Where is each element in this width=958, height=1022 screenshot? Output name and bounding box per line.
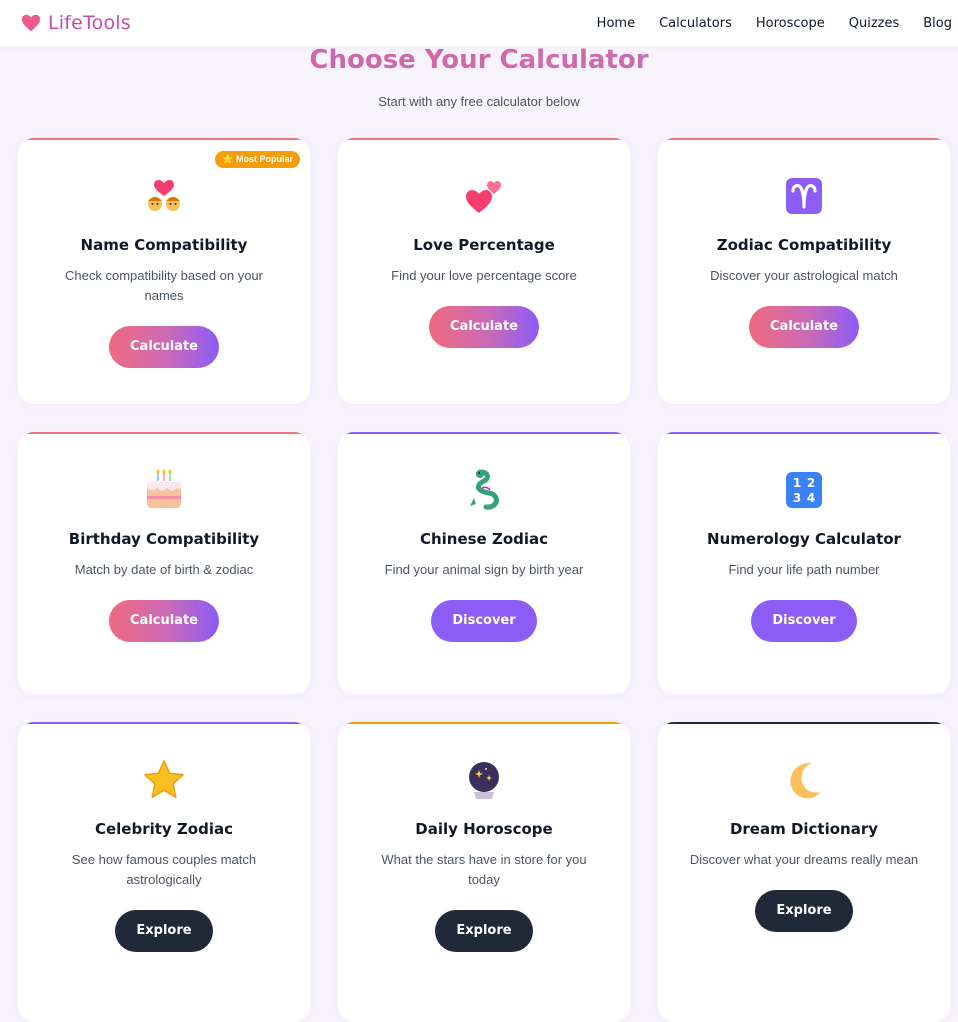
card-description: Find your animal sign by birth year	[384, 562, 584, 577]
card-title: Zodiac Compatibility	[716, 236, 892, 254]
card-description: Discover what your dreams really mean	[689, 852, 919, 867]
card-description: Find your love percentage score	[391, 268, 577, 283]
moon-icon	[790, 762, 820, 799]
hero: Choose Your Calculator Start with any fr…	[0, 46, 958, 109]
calculate-button[interactable]: Calculate	[109, 600, 219, 642]
two-hearts-icon	[466, 181, 501, 213]
card-description: Discover your astrological match	[710, 268, 898, 283]
explore-button[interactable]: Explore	[755, 890, 853, 932]
card-title: Love Percentage	[413, 236, 555, 254]
card-name-compatibility[interactable]: ⭐ Most Popular Name Compatibility Check …	[18, 138, 310, 404]
nav-home[interactable]: Home	[585, 16, 647, 31]
numerology-digit-3: 3	[793, 491, 801, 505]
card-description: Match by date of birth & zodiac	[74, 562, 254, 577]
nav-calculators[interactable]: Calculators	[647, 16, 744, 31]
discover-button[interactable]: Discover	[431, 600, 537, 642]
card-title: Birthday Compatibility	[68, 530, 260, 548]
card-description: See how famous couples match astrologica…	[71, 852, 257, 887]
logo[interactable]: LifeTools	[20, 12, 131, 34]
card-love-percentage[interactable]: Love Percentage Find your love percentag…	[338, 138, 630, 404]
card-numerology-calculator[interactable]: 1 2 3 4 Numerology Calculator Find your …	[658, 432, 950, 694]
dragon-icon	[470, 469, 499, 510]
card-title: Dream Dictionary	[729, 820, 879, 838]
crystal-ball-icon	[469, 762, 499, 799]
discover-button[interactable]: Discover	[751, 600, 857, 642]
nav-blog[interactable]: Blog	[911, 16, 958, 31]
nav-quizzes[interactable]: Quizzes	[837, 16, 912, 31]
logo-text: LifeTools	[48, 12, 131, 34]
calculate-button[interactable]: Calculate	[429, 306, 539, 348]
main-nav: Home Calculators Horoscope Quizzes Blog	[585, 0, 958, 46]
card-title: Chinese Zodiac	[419, 530, 549, 548]
birthday-cake-icon	[147, 469, 181, 508]
explore-button[interactable]: Explore	[435, 910, 533, 952]
calculator-grid: ⭐ Most Popular Name Compatibility Check …	[18, 138, 950, 1022]
numerology-digit-4: 4	[807, 491, 815, 505]
numerology-digit-2: 2	[807, 476, 815, 490]
couple-heart-icon	[148, 180, 180, 211]
site-header: LifeTools Home Calculators Horoscope Qui…	[0, 0, 958, 46]
page-subtitle: Start with any free calculator below	[378, 94, 580, 109]
card-celebrity-zodiac[interactable]: Celebrity Zodiac See how famous couples …	[18, 722, 310, 1022]
card-description: Find your life path number	[728, 562, 880, 577]
card-daily-horoscope[interactable]: Daily Horoscope What the stars have in s…	[338, 722, 630, 1022]
card-birthday-compatibility[interactable]: Birthday Compatibility Match by date of …	[18, 432, 310, 694]
card-title: Daily Horoscope	[415, 820, 553, 838]
calculate-button[interactable]: Calculate	[749, 306, 859, 348]
numerology-digit-1: 1	[793, 476, 801, 490]
aries-icon	[786, 178, 822, 214]
card-chinese-zodiac[interactable]: Chinese Zodiac Find your animal sign by …	[338, 432, 630, 694]
card-title: Celebrity Zodiac	[94, 820, 234, 838]
card-title: Numerology Calculator	[707, 530, 901, 548]
heart-logo-icon	[21, 14, 41, 32]
card-title: Name Compatibility	[80, 236, 248, 254]
calculate-button[interactable]: Calculate	[109, 326, 219, 368]
card-zodiac-compatibility[interactable]: Zodiac Compatibility Discover your astro…	[658, 138, 950, 404]
card-description: What the stars have in store for you tod…	[381, 852, 587, 887]
star-icon	[144, 760, 184, 798]
page-title: Choose Your Calculator	[0, 46, 958, 74]
numbers-icon: 1 2 3 4	[786, 472, 822, 508]
nav-horoscope[interactable]: Horoscope	[744, 16, 837, 31]
most-popular-badge: ⭐ Most Popular	[215, 151, 300, 168]
card-dream-dictionary[interactable]: Dream Dictionary Discover what your drea…	[658, 722, 950, 1022]
card-description: Check compatibility based on your names	[65, 268, 263, 303]
explore-button[interactable]: Explore	[115, 910, 213, 952]
